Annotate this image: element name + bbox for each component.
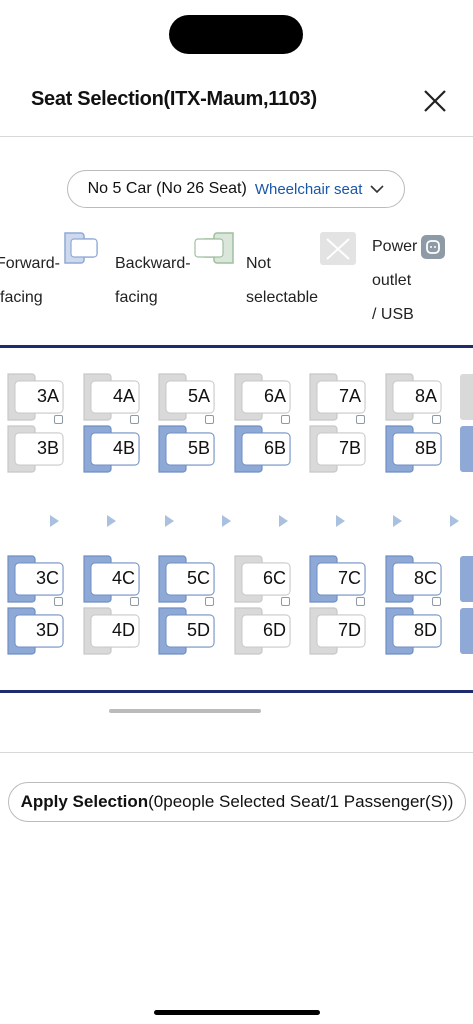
power-outlet-icon [205,415,214,424]
seat-3d[interactable]: 3D [6,606,64,656]
seat-6d: 6D [233,606,291,656]
seat-8b[interactable]: 8B [384,424,442,474]
seat-label: 5A [187,386,210,406]
apply-count: (0people Selected Seat/1 Passenger(S)) [148,792,454,811]
seat-label: 6A [263,386,286,406]
seat-label: 4D [111,620,135,640]
seat-label: 6D [262,620,286,640]
power-outlet-icon [432,415,441,424]
close-icon [424,90,446,112]
direction-arrow-icon [450,515,459,527]
seat-label: 4C [111,568,135,588]
home-indicator [154,1010,320,1015]
seat-label: 3C [35,568,59,588]
not-selectable-seat-icon [320,232,356,265]
seat-label: 7B [338,438,361,458]
power-outlet-icon [281,415,290,424]
direction-arrow-icon [107,515,116,527]
seat-5b[interactable]: 5B [157,424,215,474]
seat-label: 4A [112,386,135,406]
direction-arrow-icon [336,515,345,527]
divider [0,136,473,137]
seat-partial [459,372,473,422]
power-outlet-icon [356,415,365,424]
seat-7d: 7D [308,606,366,656]
seat-label: 8D [413,620,437,640]
seat-partial [459,424,473,474]
seat-label: 7C [337,568,361,588]
apply-label: Apply Selection [20,792,149,811]
power-outlet-icon [130,597,139,606]
direction-arrow-icon [393,515,402,527]
seat-label: 4B [112,438,135,458]
power-outlet-icon [205,597,214,606]
legend-backward-1: Backward- [115,255,191,272]
backward-seat-icon [194,232,234,264]
seat-partial [459,606,473,656]
legend-not-selectable-1: Not [246,255,271,272]
legend-forward-1: Forward- [0,255,61,272]
legend-forward-2: facing [0,289,43,306]
legend-backward-2: facing [115,289,158,306]
power-outlet-icon [281,597,290,606]
seat-map-top-rail [0,345,473,348]
power-outlet-icon [54,415,63,424]
page-title: Seat Selection(ITX-Maum,1103) [31,88,317,110]
power-outlet-icon [421,235,445,259]
seat-label: 5C [186,568,210,588]
seat-label: 8C [413,568,437,588]
legend-power-3: / USB [372,306,414,323]
seat-5d[interactable]: 5D [157,606,215,656]
legend-not-selectable-2: selectable [246,289,319,306]
car-label: No 5 Car (No 26 Seat) [87,180,247,197]
seat-label: 3A [36,386,59,406]
dynamic-island [169,15,303,54]
seat-label: 8B [414,438,437,458]
seat-label: 7A [338,386,361,406]
seat-label: 7D [337,620,361,640]
seat-label: 5B [187,438,210,458]
direction-arrow-icon [165,515,174,527]
power-outlet-icon [356,597,365,606]
seat-label: 5D [186,620,210,640]
divider [0,752,473,753]
power-outlet-icon [54,597,63,606]
direction-arrow-icon [222,515,231,527]
seat-3b: 3B [6,424,64,474]
seat-6b[interactable]: 6B [233,424,291,474]
seat-map-bottom-rail [0,690,473,693]
seat-partial [459,554,473,604]
chevron-down-icon [370,185,384,194]
direction-arrow-icon [50,515,59,527]
legend-power-2: outlet [372,272,412,289]
seat-label: 6B [263,438,286,458]
seat-4d: 4D [82,606,140,656]
apply-selection-button[interactable]: Apply Selection (0people Selected Seat/1 … [8,782,466,822]
power-outlet-icon [130,415,139,424]
close-button[interactable] [420,86,450,116]
power-outlet-icon [432,597,441,606]
seat-label: 3D [35,620,59,640]
direction-arrow-icon [279,515,288,527]
seat-label: 6C [262,568,286,588]
seat-7b: 7B [308,424,366,474]
seat-4b[interactable]: 4B [82,424,140,474]
wheelchair-tag: Wheelchair seat [254,180,363,198]
seat-label: 8A [414,386,437,406]
horizontal-scrollbar[interactable] [109,709,261,713]
seat-label: 3B [36,438,59,458]
car-selector[interactable]: No 5 Car (No 26 Seat) Wheelchair seat [67,170,405,208]
legend-power-1: Power [372,238,418,255]
seat-8d[interactable]: 8D [384,606,442,656]
forward-seat-icon [64,232,98,264]
